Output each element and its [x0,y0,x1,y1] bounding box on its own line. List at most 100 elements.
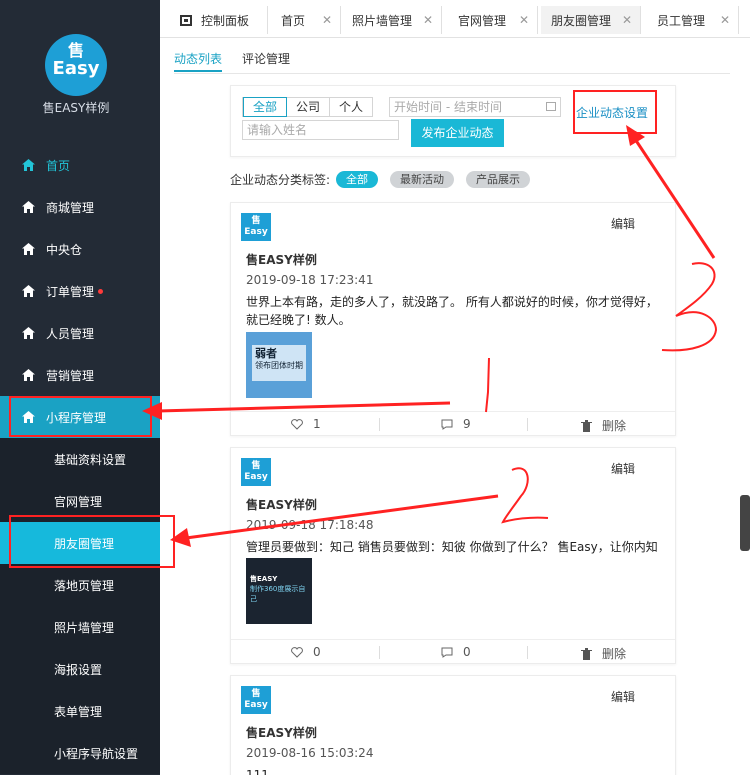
action-divider [527,418,528,431]
annotation-box-settings [573,90,657,134]
trash-icon [581,419,592,432]
sidebar-subitem-label: 官网管理 [54,494,103,509]
scope-segmented-control: 全部 公司 个人 [242,97,374,117]
avatar-top: 售 [251,461,261,471]
post-time: 2019-09-18 17:23:41 [246,273,374,287]
tab-home[interactable]: 首页 ✕ [271,6,341,34]
home-icon [22,201,35,213]
like-count: 1 [313,417,321,431]
sidebar-item-home[interactable]: 首页 [0,144,160,186]
edit-link[interactable]: 编辑 [611,460,635,477]
sidebar-item-mall[interactable]: 商城管理 [0,186,160,228]
comment-button[interactable]: 0 [441,645,471,659]
close-icon[interactable]: ✕ [519,13,529,27]
post-image-subtitle: 制作360度展示自己 [250,585,306,603]
post-image[interactable]: 售EASY 制作360度展示自己 [246,558,312,624]
sidebar-item-staff[interactable]: 人员管理 [0,312,160,354]
like-button[interactable]: 1 [291,417,321,431]
sidebar-item-orders[interactable]: 订单管理 [0,270,160,312]
post-image[interactable]: 弱者 领布团体时期 [246,332,312,398]
delete-button[interactable]: 删除 [581,417,626,434]
avatar-bottom: Easy [244,472,268,482]
close-icon[interactable]: ✕ [720,13,730,27]
tab-label: 朋友圈管理 [551,13,612,28]
post-image-subtitle: 领布团体时期 [255,361,303,370]
comment-count: 0 [463,645,471,659]
category-filter: 企业动态分类标签: 全部 最新活动 产品展示 [230,171,531,188]
brand-name: 售EASY样例 [42,101,110,115]
close-icon[interactable]: ✕ [622,13,632,27]
close-icon[interactable]: ✕ [423,13,433,27]
annotation-box-miniprogram [9,396,152,437]
avatar: 售 Easy [241,213,271,241]
post-actions: 0 0 删除 [231,639,675,663]
monitor-icon [180,14,192,26]
sidebar-subitem-forms[interactable]: 表单管理 [0,690,160,732]
date-range-placeholder: 开始时间 - 结束时间 [394,100,502,114]
post-text: 111 [246,768,269,775]
category-chip-products[interactable]: 产品展示 [466,171,531,188]
tab-label: 员工管理 [657,13,706,28]
name-search-input[interactable] [242,120,399,140]
subtabs: 动态列表 评论管理 [174,50,310,72]
delete-label: 删除 [602,647,627,661]
sidebar-item-label: 订单管理 [46,284,95,299]
annotation-box-moments [9,515,175,568]
avatar-top: 售 [251,216,261,226]
segment-company[interactable]: 公司 [287,98,331,116]
like-button[interactable]: 0 [291,645,321,659]
heart-icon [291,646,303,658]
sidebar-subitem-nav-settings[interactable]: 小程序导航设置 [0,732,160,774]
comment-count: 9 [463,417,471,431]
category-chip-events[interactable]: 最新活动 [390,171,455,188]
sidebar-subitem-poster[interactable]: 海报设置 [0,648,160,690]
subtab-post-list[interactable]: 动态列表 [174,50,223,72]
sidebar-subitem-label: 基础资料设置 [54,452,127,467]
post-image-title: 弱者 [255,347,277,360]
category-label: 企业动态分类标签: [230,173,331,187]
sidebar-subitem-photo-wall[interactable]: 照片墙管理 [0,606,160,648]
close-icon[interactable]: ✕ [322,13,332,27]
sidebar-subitem-basic-settings[interactable]: 基础资料设置 [0,438,160,480]
edit-link[interactable]: 编辑 [611,215,635,232]
subtabs-divider [174,73,730,74]
tab-dashboard[interactable]: 控制面板 [170,6,268,34]
tab-moments[interactable]: 朋友圈管理 ✕ [541,6,641,34]
subtab-comments[interactable]: 评论管理 [242,50,290,72]
avatar-top: 售 [251,689,261,699]
tab-photo-wall[interactable]: 照片墙管理 ✕ [342,6,442,34]
avatar: 售 Easy [241,686,271,714]
home-icon [22,243,35,255]
sidebar-subitem-label: 落地页管理 [54,578,115,593]
post-card: 售 Easy 编辑 售EASY样例 2019-09-18 17:18:48 管理… [230,447,676,664]
scrollbar-handle[interactable] [740,495,750,551]
date-range-input[interactable]: 开始时间 - 结束时间 [389,97,561,117]
publish-post-button[interactable]: 发布企业动态 [411,119,504,147]
post-time: 2019-08-16 15:03:24 [246,746,374,760]
home-icon [22,159,35,171]
logo-bottom-text: Easy [52,58,100,79]
post-actions: 1 9 删除 [231,411,675,435]
trash-icon [581,647,592,660]
sidebar-item-warehouse[interactable]: 中央仓 [0,228,160,270]
avatar-bottom: Easy [244,700,268,710]
segment-personal[interactable]: 个人 [330,98,372,116]
sidebar-subitem-landing[interactable]: 落地页管理 [0,564,160,606]
tab-website[interactable]: 官网管理 ✕ [448,6,538,34]
post-author: 售EASY样例 [246,253,317,267]
tab-employees[interactable]: 员工管理 ✕ [647,6,739,34]
delete-button[interactable]: 删除 [581,645,626,662]
segment-all[interactable]: 全部 [243,97,288,117]
post-card: 售 Easy 编辑 售EASY样例 2019-08-16 15:03:24 11… [230,675,676,775]
comment-icon [441,647,453,658]
edit-link[interactable]: 编辑 [611,688,635,705]
post-card: 售 Easy 编辑 售EASY样例 2019-09-18 17:23:41 世界… [230,202,676,436]
comment-button[interactable]: 9 [441,417,471,431]
post-author: 售EASY样例 [246,726,317,740]
sidebar-item-marketing[interactable]: 营销管理 [0,354,160,396]
tab-label: 官网管理 [458,13,507,28]
main-content: 动态列表 评论管理 全部 公司 个人 开始时间 - 结束时间 发布企业动态 企业… [160,38,750,775]
category-chip-all[interactable]: 全部 [336,171,379,188]
sidebar-subitem-label: 海报设置 [54,662,103,677]
calendar-icon [546,102,556,111]
